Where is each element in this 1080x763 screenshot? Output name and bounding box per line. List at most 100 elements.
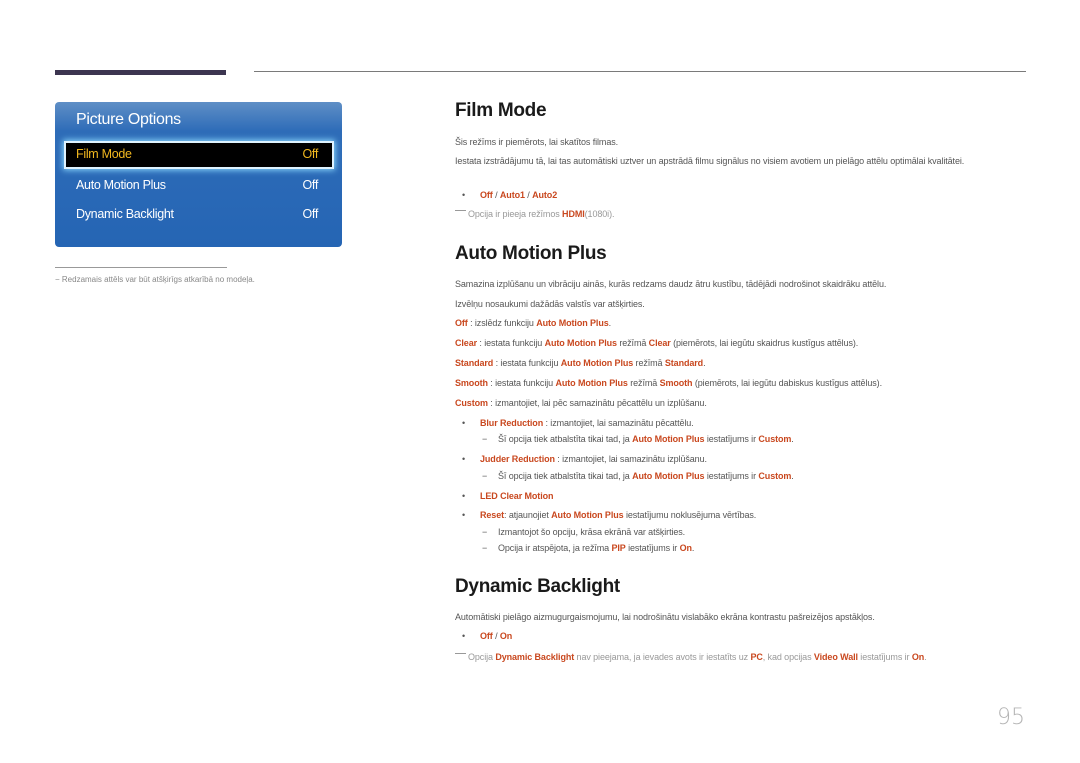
footnote-rule <box>55 267 227 268</box>
menu-item-dynamic-backlight[interactable]: Dynamic Backlight Off <box>66 203 332 227</box>
text: iestatījums ir <box>704 434 759 444</box>
reset-item: Reset: atjaunojiet Auto Motion Plus iest… <box>462 510 757 520</box>
highlight: PIP <box>611 543 626 553</box>
text: : izmantojiet, lai pēc samazinātu pēcatt… <box>487 398 707 408</box>
key: Standard <box>455 358 494 368</box>
option-off-desc: Off : izslēdz funkciju Auto Motion Plus. <box>455 318 611 328</box>
note-icon <box>455 210 466 211</box>
reset-note-2: Opcija ir atspējota, ja režīma PIP iesta… <box>482 543 694 553</box>
options-list: Off / Auto1 / Auto2 <box>462 190 558 200</box>
menu-item-value: Off <box>302 147 318 161</box>
highlight: Auto Motion Plus <box>551 510 624 520</box>
menu-item-value: Off <box>302 207 318 221</box>
paragraph: Šis režīms ir piemērots, lai skatītos fi… <box>455 137 619 147</box>
highlight: On <box>911 652 925 662</box>
options-list: Off / On <box>462 631 513 641</box>
key: Off <box>455 318 468 328</box>
option-auto1: Auto1 <box>499 190 525 200</box>
highlight: Smooth <box>659 378 693 388</box>
menu-item-label: Film Mode <box>76 147 132 161</box>
text: Šī opcija tiek atbalstīta tikai tad, ja <box>498 471 633 481</box>
highlight: Auto Motion Plus <box>555 378 628 388</box>
heading-film-mode: Film Mode <box>455 100 547 121</box>
text: iestatījums ir <box>704 471 759 481</box>
key: Reset <box>480 510 505 520</box>
key: Smooth <box>455 378 488 388</box>
option-auto2: Auto2 <box>532 190 558 200</box>
highlight: Video Wall <box>813 652 858 662</box>
option-standard-desc: Standard : iestata funkciju Auto Motion … <box>455 358 706 368</box>
text: : atjaunojiet <box>504 510 552 520</box>
highlight: Clear <box>648 338 671 348</box>
judder-reduction-note: Šī opcija tiek atbalstīta tikai tad, ja … <box>482 471 794 481</box>
menu-item-auto-motion-plus[interactable]: Auto Motion Plus Off <box>66 174 332 198</box>
highlight: Auto Motion Plus <box>632 471 705 481</box>
text: . <box>608 318 612 328</box>
paragraph: Samazina izplūšanu un vibrāciju ainās, k… <box>455 279 887 289</box>
text: : iestata funkciju <box>493 358 561 368</box>
paragraph: Iestata izstrādājumu tā, lai tas automāt… <box>455 156 965 166</box>
text: (piemērots, lai iegūtu dabiskus kustīgus… <box>692 378 882 388</box>
heading-dynamic-backlight: Dynamic Backlight <box>455 576 620 597</box>
text: Opcija ir atspējota, ja režīma <box>498 543 612 553</box>
key: Clear <box>455 338 478 348</box>
blur-reduction-item: Blur Reduction : izmantojiet, lai samazi… <box>462 418 694 428</box>
highlight: PC <box>750 652 763 662</box>
text: Šī opcija tiek atbalstīta tikai tad, ja <box>498 434 633 444</box>
text: iestatījums ir <box>857 652 912 662</box>
header-rule <box>254 71 1026 72</box>
highlight: Custom <box>758 434 792 444</box>
text: režīmā <box>627 378 660 388</box>
text: . <box>791 471 794 481</box>
option-clear-desc: Clear : iestata funkciju Auto Motion Plu… <box>455 338 858 348</box>
text: režīmā <box>633 358 665 368</box>
option-smooth-desc: Smooth : iestata funkciju Auto Motion Pl… <box>455 378 882 388</box>
option-custom-desc: Custom : izmantojiet, lai pēc samazinātu… <box>455 398 707 408</box>
highlight: Auto Motion Plus <box>544 338 617 348</box>
judder-reduction-item: Judder Reduction : izmantojiet, lai sama… <box>462 454 707 464</box>
highlight: Auto Motion Plus <box>536 318 609 328</box>
page-number: 95 <box>997 705 1025 730</box>
menu-item-label: Auto Motion Plus <box>76 178 166 192</box>
picture-options-menu: Picture Options Film Mode Off Auto Motio… <box>55 102 342 247</box>
reset-note-1: Izmantojot šo opciju, krāsa ekrānā var a… <box>482 527 685 537</box>
highlight: On <box>679 543 692 553</box>
text: Opcija ir pieeja režīmos <box>468 209 563 219</box>
text: (piemērots, lai iegūtu skaidrus kustīgus… <box>670 338 859 348</box>
highlight: Standard <box>664 358 704 368</box>
heading-auto-motion-plus: Auto Motion Plus <box>455 243 607 264</box>
paragraph: Izvēlņu nosaukumi dažādās valstīs var at… <box>455 299 645 309</box>
text: , kad opcijas <box>762 652 814 662</box>
menu-item-label: Dynamic Backlight <box>76 207 174 221</box>
text: (1080i). <box>584 209 615 219</box>
text: režīmā <box>616 338 649 348</box>
key: LED Clear Motion <box>480 491 554 501</box>
text: : izmantojiet, lai samazinātu pēcattēlu. <box>543 418 694 428</box>
text: . <box>791 434 794 444</box>
text: iestatījums ir <box>625 543 680 553</box>
option-off: Off <box>480 190 493 200</box>
menu-item-film-mode[interactable]: Film Mode Off <box>66 143 332 167</box>
highlight: HDMI <box>562 209 585 219</box>
option-off: Off <box>480 631 493 641</box>
note: Opcija Dynamic Backlight nav pieejama, j… <box>455 652 927 662</box>
key: Blur Reduction <box>480 418 544 428</box>
highlight: Auto Motion Plus <box>560 358 634 368</box>
key: Judder Reduction <box>480 454 555 464</box>
option-on: On <box>499 631 513 641</box>
text: : iestata funkciju <box>487 378 556 388</box>
text: : iestata funkciju <box>477 338 545 348</box>
text: Opcija <box>468 652 496 662</box>
text: . <box>703 358 706 368</box>
key: Custom <box>455 398 488 408</box>
menu-item-value: Off <box>302 178 318 192</box>
paragraph: Automātiski pielāgo aizmugurgaismojumu, … <box>455 612 875 622</box>
text: iestatījumu noklusējuma vērtības. <box>623 510 757 520</box>
note: Opcija ir pieeja režīmos HDMI(1080i). <box>455 209 614 219</box>
highlight: Auto Motion Plus <box>632 434 705 444</box>
blur-reduction-note: Šī opcija tiek atbalstīta tikai tad, ja … <box>482 434 794 444</box>
led-clear-motion-item: LED Clear Motion <box>462 491 554 501</box>
footnote: − Redzamais attēls var būt atšķirīgs atk… <box>55 275 255 284</box>
header-bar-thick <box>55 70 226 75</box>
menu-title: Picture Options <box>76 111 181 128</box>
